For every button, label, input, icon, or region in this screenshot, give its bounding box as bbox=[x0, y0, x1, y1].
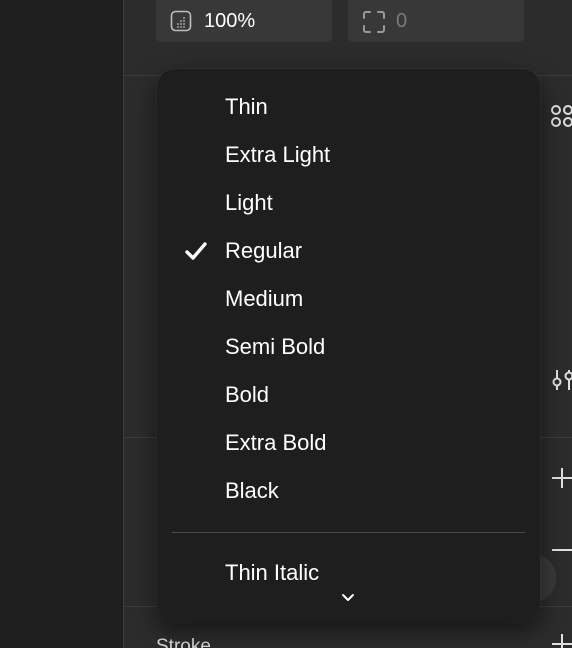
font-weight-dropdown: Thin Extra Light Light Regular Medium Se… bbox=[157, 69, 540, 622]
menu-item-label: Medium bbox=[225, 286, 304, 311]
four-dots-icon[interactable] bbox=[550, 104, 572, 128]
chevron-down-icon[interactable] bbox=[339, 591, 357, 605]
menu-item-label: Regular bbox=[225, 238, 303, 263]
plus-icon[interactable] bbox=[550, 632, 572, 648]
menu-item-extra-bold[interactable]: Extra Bold bbox=[157, 419, 540, 467]
menu-item-label: Thin Italic bbox=[225, 560, 320, 585]
corner-radius-field[interactable]: 0 bbox=[348, 0, 524, 42]
menu-item-label: Thin bbox=[225, 94, 268, 119]
menu-item-label: Semi Bold bbox=[225, 334, 326, 359]
stroke-section-label: Stroke bbox=[156, 636, 211, 648]
design-app-window: 100% 0 Stroke Thin Extra Light Light Reg… bbox=[0, 0, 572, 648]
menu-item-regular[interactable]: Regular bbox=[157, 227, 540, 275]
canvas-area[interactable] bbox=[0, 0, 123, 648]
corner-radius-value: 0 bbox=[396, 9, 408, 32]
menu-item-extra-light[interactable]: Extra Light bbox=[157, 131, 540, 179]
opacity-field[interactable]: 100% bbox=[156, 0, 332, 42]
adjust-sliders-icon[interactable] bbox=[550, 368, 572, 392]
menu-item-bold[interactable]: Bold bbox=[157, 371, 540, 419]
menu-item-thin-italic[interactable]: Thin Italic bbox=[157, 549, 540, 597]
menu-item-label: Extra Bold bbox=[225, 430, 327, 455]
menu-item-medium[interactable]: Medium bbox=[157, 275, 540, 323]
menu-item-label: Extra Light bbox=[225, 142, 331, 167]
minus-icon[interactable] bbox=[550, 538, 572, 562]
opacity-icon bbox=[170, 10, 192, 32]
menu-item-label: Bold bbox=[225, 382, 270, 407]
menu-item-light[interactable]: Light bbox=[157, 179, 540, 227]
menu-item-thin[interactable]: Thin bbox=[157, 83, 540, 131]
corner-radius-icon bbox=[362, 10, 385, 33]
menu-item-black[interactable]: Black bbox=[157, 467, 540, 515]
checkmark-icon bbox=[185, 241, 207, 261]
menu-item-label: Black bbox=[225, 478, 279, 503]
menu-item-semi-bold[interactable]: Semi Bold bbox=[157, 323, 540, 371]
menu-item-label: Light bbox=[225, 190, 273, 215]
plus-icon[interactable] bbox=[550, 466, 572, 490]
opacity-value: 100% bbox=[204, 9, 256, 32]
menu-separator bbox=[172, 532, 525, 533]
